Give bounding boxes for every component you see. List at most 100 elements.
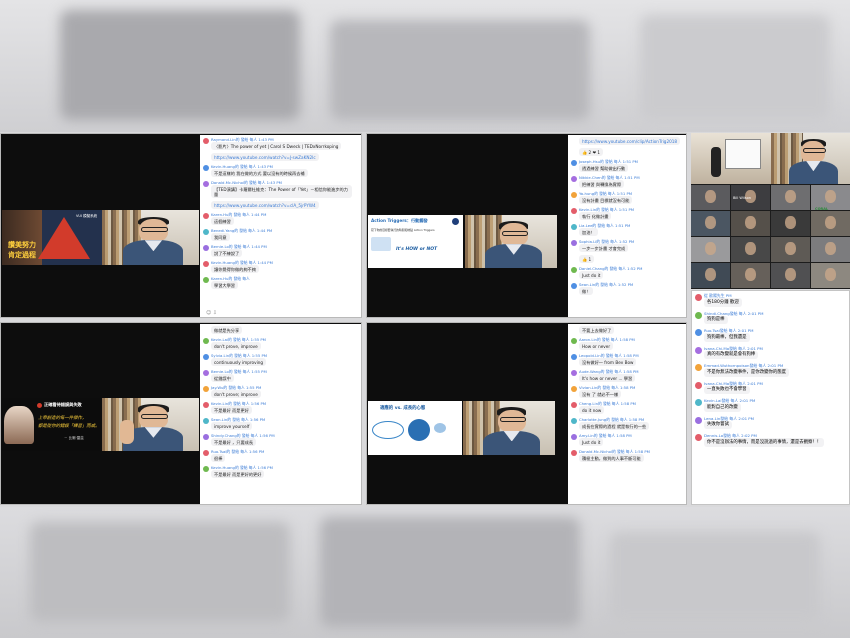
- chat-text: 你不是沒辦法的事情，而是沒說過的事情，還是去觀察！！: [704, 438, 825, 447]
- avatar: [203, 354, 209, 360]
- chat-text: continuously improving: [211, 358, 267, 366]
- chat-message: 做就是先分享: [202, 326, 360, 334]
- chat-text: How or never: [579, 342, 614, 350]
- chat-message: Raymond.Lin的 發給 每人 1:43 PM 〈影片〉The power …: [202, 137, 360, 150]
- participant-video-tile: [691, 263, 730, 288]
- chat-message: Joseph.Hsu的 發給 每人 1:51 PM 透過練習 幫助做出行動: [570, 159, 685, 172]
- slide-quote-line-2: 都是從你的錯誤「練習」而成。: [38, 424, 100, 429]
- avatar: [203, 213, 209, 219]
- chat-text: 透過練習 幫助做出行動: [579, 164, 629, 172]
- avatar: [571, 160, 577, 166]
- avatar: [203, 229, 209, 235]
- chat-message: Ya-hung的 發給 每人 1:51 PM 沒有計畫 目標就沒有可能: [570, 191, 685, 204]
- chat-message: Ivana.Chi.Ma發給 每人 2:01 PM 一直失敗也不會學習: [692, 380, 847, 394]
- avatar: [203, 245, 209, 251]
- avatar: [571, 418, 577, 424]
- chat-text: 沒有計畫 目標就沒有可能: [579, 196, 633, 204]
- chat-text: Just do it: [579, 438, 604, 446]
- chat-panel-right: 從 歐陽先生 PM 各180分鐘 歡迎 Shindi.Chang發給 每人 2:01…: [691, 290, 850, 505]
- chat-link[interactable]: https://www.youtube.com/watch?v=clA_5jrP…: [211, 201, 319, 209]
- chat-message: Shindi.Chang發給 每人 2:01 PM 狗狗是棒: [692, 311, 847, 324]
- presenter-video: [102, 398, 199, 451]
- chat-text: 做！: [579, 287, 594, 295]
- chat-sender: Karen.Hu的 發給 每人 1:44 PM: [211, 212, 267, 217]
- chat-message: Bernie.Lo的 發給 每人 1:44 PM 說了不練說了: [202, 244, 360, 257]
- chat-link[interactable]: https://www.youtube.com/watch?v=J-swZaKN…: [211, 153, 319, 161]
- chat-message: Kevin.Huang的 發給 每人 1:43 PM 不是這樣的 我在做的方式 要…: [202, 164, 360, 177]
- avatar: [203, 450, 209, 456]
- slide-title: Action Triggers：行動觸發: [371, 218, 428, 223]
- chat-text: don't prove, improve: [211, 342, 261, 350]
- avatar: [571, 240, 577, 246]
- participant-video-tile: [811, 237, 850, 262]
- participant-video-tile: [731, 263, 770, 288]
- blurred-background-top: [0, 0, 850, 132]
- screenshot-panel-2: Action Triggers：行動觸發 寫下你的目標要執行的時間和地點 Act…: [366, 133, 687, 318]
- participant-video-tile: [811, 211, 850, 236]
- chat-message: Aaron.Lin的 發給 每人 1:58 PM How or never: [570, 337, 685, 350]
- slide-title-line-1: 讚美努力: [8, 241, 36, 249]
- chat-sender: Ruo.Tsai的 發給 每人 1:56 PM: [211, 449, 265, 454]
- slide-title-line-2: 肯定過程: [8, 251, 36, 259]
- chat-message: Cheng.Lin的 發給 每人 1:58 PM do it now: [570, 401, 685, 414]
- presenter-video: [102, 210, 199, 265]
- slide-mistakes: 正確看待錯誤與失敗 上帝創造的每一件傑作， 都是從你的錯誤「練習」而成。 － 比…: [2, 398, 101, 451]
- chat-message: Leopold.Lin的 發給 每人 1:58 PM 沒有做好一 from Bev…: [570, 353, 685, 366]
- chat-text: 真的有改變就是會有狗棒: [704, 350, 759, 359]
- chat-message: https://www.youtube.com/watch?v=J-swZaKN…: [202, 153, 360, 161]
- chat-text: 加油！: [579, 228, 598, 236]
- chat-sender: Lena.Lin發給 每人 2:01 PM: [704, 415, 755, 421]
- slide-title: 正確看待錯誤與失敗: [44, 402, 82, 407]
- chat-text: 積極主動，做到的人事不斷可能: [579, 454, 644, 462]
- avatar: [695, 399, 702, 406]
- chat-message: Ruo.Tsai的 發給 每人 1:56 PM 很棒: [202, 449, 360, 462]
- chat-text: It's how or never ... 學習: [579, 374, 636, 382]
- video-tile-whiteboard: [691, 133, 771, 184]
- slide-praise: VUI 模擬系統 讚美努力 肯定過程: [2, 210, 102, 265]
- chat-text: 我同意: [211, 233, 230, 241]
- chat-message: Kevin.Lin的 發給 每人 1:51 PM 執行 化做計畫: [570, 207, 685, 220]
- avatar: [571, 283, 577, 289]
- chat-text: 從錯誤中: [211, 374, 234, 382]
- chat-text: 👍 1: [579, 255, 595, 263]
- chat-text: 沒有做好一 from Bev Bow: [579, 358, 637, 366]
- participant-video-tile: [771, 263, 810, 288]
- chat-text: 執行 化做計畫: [579, 212, 612, 220]
- chat-message: Charlotte.Jung的 發給 每人 1:58 PM 成長在實際的過程 就是…: [570, 417, 685, 430]
- avatar: [695, 346, 702, 354]
- chat-message: 👍 1: [570, 255, 685, 263]
- chat-text: 做就是先分享: [211, 326, 243, 334]
- avatar: [203, 261, 209, 267]
- avatar: [203, 181, 209, 187]
- chat-text: 很棒: [211, 454, 226, 462]
- screenshot-panel-4: 適應的 vs. 成長的心態 不要上去做好了 Aaron.Lin的 發給 每人 1:…: [366, 322, 687, 505]
- avatar: [571, 192, 577, 198]
- chat-message: Shindy.Chang的 發給 每人 1:56 PM 不是最好 ，只要成長: [202, 433, 360, 446]
- chat-message: https://www.youtube.com/clip/ActionTrig2…: [570, 137, 685, 145]
- chat-text: do it now: [579, 406, 605, 414]
- logo-label: CORAL: [815, 207, 829, 211]
- chat-text: 不要上去做好了: [579, 326, 615, 334]
- chat-message: Lena.Lin發給 每人 2:01 PM 失敗你嘗試: [692, 415, 847, 429]
- chat-panel-2: https://www.youtube.com/clip/ActionTrig2…: [568, 135, 686, 317]
- chat-text: 不是這樣的 我在做的方式 要以沒有的時候再去補: [211, 169, 308, 177]
- chat-text: 把練習 與轉換為實際: [579, 180, 625, 188]
- chat-link[interactable]: https://www.youtube.com/clip/ActionTrig2…: [579, 137, 681, 145]
- avatar: [695, 416, 702, 424]
- chat-message: Ivana.Chi.Ma發給 每人 2:01 PM 真的有改變就是會有狗棒: [692, 346, 847, 359]
- chat-message: Donald.Mc.Nichol的 發給 每人 1:43 PM 【TED演講】卡羅…: [202, 180, 360, 198]
- chat-message: Amy.Lin的 發給 每人 1:58 PM Just do it: [570, 433, 685, 446]
- avatar: [203, 466, 209, 472]
- screenshot-panel-3: 正確看待錯誤與失敗 上帝創造的每一件傑作， 都是從你的錯誤「練習」而成。 － 比…: [0, 322, 362, 505]
- chat-message: Donald.Mc.Nichol的 發給 每人 1:58 PM 積極主動，做到的人…: [570, 449, 685, 462]
- chat-message: Benedi.Yang的 發給 每人 1:44 PM 我同意: [202, 228, 360, 241]
- chat-message: Daniel.Chang的 發給 每人 1:52 PM Just do it: [570, 266, 685, 279]
- chat-message: 從 歐陽先生 PM 各180分鐘 歡迎: [692, 293, 847, 307]
- participant-video-tile: [691, 185, 730, 210]
- chat-footer[interactable]: ☺ ⇩: [206, 310, 217, 316]
- chat-message: Karen.Hu的 發給 每人 學習大學習: [202, 276, 360, 289]
- video-tile-presenter: [771, 133, 850, 184]
- chat-sender: Ivana.Chi.Ma發給 每人 2:01 PM: [704, 380, 763, 386]
- avatar: [571, 434, 577, 440]
- chat-sender: Benedi.Yang的 發給 每人 1:44 PM: [211, 228, 273, 233]
